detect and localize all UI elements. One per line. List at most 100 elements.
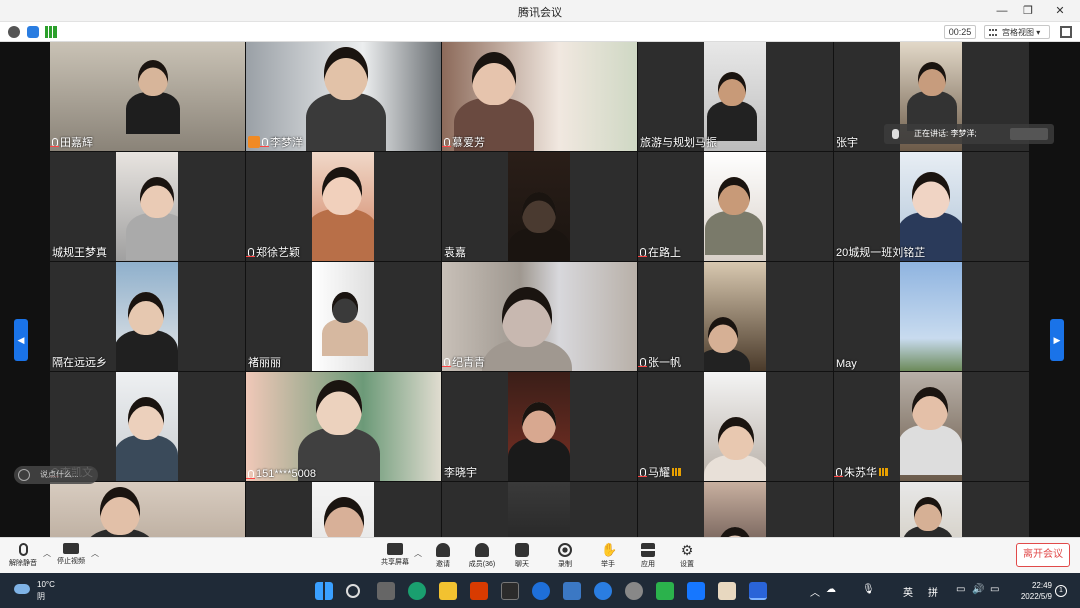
network-signal-icon[interactable] [45,26,57,38]
mic-tray-icon[interactable]: 🎙 [862,584,875,595]
participant-tile[interactable]: 李梦洋 [246,42,441,151]
help-icon[interactable] [594,582,612,600]
participant-name-label: May [836,358,857,370]
participant-tile[interactable]: 慕爱芳 [442,42,637,151]
participant-tile[interactable]: 隔在远远乡 [50,262,245,371]
leave-meeting-button[interactable]: 离开会议 [1016,543,1070,567]
mail-icon[interactable] [563,582,581,600]
participant-tile[interactable]: 李凯文 [50,372,245,481]
invite-button[interactable]: 邀请 [428,540,458,574]
participant-tile[interactable]: 在路上 [638,152,833,261]
tray-expand-icon[interactable]: ︿ [810,584,820,599]
apps-button[interactable]: 应用 [633,540,663,574]
ime-mode[interactable]: 拼 [928,584,938,599]
participant-name: 马耀 [648,467,670,479]
unmute-button[interactable]: 解除静音 [6,540,40,574]
participant-tile[interactable]: 郑徐艺颖 [246,152,441,261]
next-page-button[interactable]: ▶ [1050,319,1064,361]
share-options-caret[interactable]: ︿ [414,548,422,559]
participant-name: 在路上 [648,247,681,259]
start-icon[interactable] [315,582,333,600]
person-head [502,287,552,347]
video-options-caret[interactable]: ︿ [91,548,99,559]
participant-name-label: 李晓宇 [444,464,477,480]
participant-tile[interactable]: 纪青青 [442,262,637,371]
wechat-icon[interactable] [656,582,674,600]
display-icon[interactable]: ▭ [956,584,965,595]
participant-tile[interactable]: 田嘉辉 [50,42,245,151]
ime-lang[interactable]: 英 [903,584,913,599]
fullscreen-icon[interactable] [1060,26,1072,38]
clock[interactable]: 22:49 2022/5/9 [1012,580,1052,602]
cloud-icon [14,584,30,594]
video-grid: 田嘉辉 李梦洋 慕爱芳 旅游与规划马振 张宇 城规王梦真 郑徐艺颖 袁嘉 在路上 20城规一班刘铭… [50,42,1030,591]
share-screen-icon [387,543,403,555]
share-screen-button[interactable]: 共享屏幕 [378,540,412,574]
participant-tile[interactable]: 旅游与规划马振 [638,42,833,151]
gear-icon: ⚙ [680,542,694,558]
participant-name-label: 褚丽丽 [248,354,281,370]
info-icon[interactable] [8,26,20,38]
notification-badge[interactable]: 1 [1055,585,1067,597]
person-body [306,93,386,151]
participant-tile[interactable]: 袁嘉 [442,152,637,261]
chat-button[interactable]: 聊天 [507,540,537,574]
app-icon-2[interactable] [532,582,550,600]
person-head [718,177,750,216]
record-button[interactable]: 录制 [550,540,580,574]
tencent-meeting-icon[interactable] [749,582,767,600]
participant-tile[interactable]: 马耀 [638,372,833,481]
prev-page-button[interactable]: ◀ [14,319,28,361]
shield-icon[interactable] [27,26,39,38]
close-button[interactable]: ✕ [1048,3,1072,19]
app-icon-4[interactable] [687,582,705,600]
person-body [705,210,763,256]
person-head [522,192,556,233]
participant-tile[interactable]: May [834,262,1029,371]
network-icon[interactable]: ▭ [990,584,999,595]
app-icon-3[interactable] [625,582,643,600]
settings-button[interactable]: ⚙ 设置 [672,540,702,574]
participant-name: 20城规一班刘铭芷 [836,247,926,259]
mic-muted-icon [50,137,59,147]
participant-name: 朱苏华 [844,467,877,479]
person-head [138,60,168,96]
file-explorer-icon[interactable] [439,582,457,600]
mic-muted-icon [442,357,451,367]
participant-tile[interactable]: 李晓宇 [442,372,637,481]
person-head [522,402,556,443]
audio-options-caret[interactable]: ︿ [43,548,51,559]
audio-wave-icon [1010,128,1048,140]
app-title: 腾讯会议 [518,7,562,19]
cloud-tray-icon[interactable]: ☁ [826,584,836,595]
chat-quick-input[interactable]: 说点什么... [14,466,98,484]
mic-muted-icon [638,247,647,257]
participant-tile[interactable]: 151****5008 [246,372,441,481]
mic-muted-icon [246,247,255,257]
restore-button[interactable]: ❐ [1016,3,1040,19]
participant-tile[interactable]: 城规王梦真 [50,152,245,261]
participant-tile[interactable]: 朱苏华 [834,372,1029,481]
minimize-button[interactable]: — [990,3,1014,19]
app-icon-1[interactable] [501,582,519,600]
search-icon[interactable] [346,584,360,598]
participant-tile[interactable]: 褚丽丽 [246,262,441,371]
office-icon[interactable] [470,582,488,600]
person-head [128,292,164,336]
video-feed [312,262,374,371]
task-view-icon[interactable] [377,582,395,600]
participant-tile[interactable]: 20城规一班刘铭芷 [834,152,1029,261]
edge-browser-icon[interactable] [408,582,426,600]
emoji-icon[interactable] [18,469,30,481]
participant-name: 褚丽丽 [248,357,281,369]
video-feed [116,372,178,481]
stop-video-button[interactable]: 停止视频 [54,540,88,574]
app-icon-5[interactable] [718,582,736,600]
participant-tile[interactable]: 张一帆 [638,262,833,371]
video-feed [900,262,962,371]
members-button[interactable]: 成员(36) [465,540,499,574]
volume-icon[interactable]: 🔊 [972,584,984,595]
view-mode-select[interactable]: 宫格视图 ▾ [984,25,1050,39]
participant-name-label: 田嘉辉 [50,134,93,150]
raise-hand-button[interactable]: ✋ 举手 [593,540,623,574]
